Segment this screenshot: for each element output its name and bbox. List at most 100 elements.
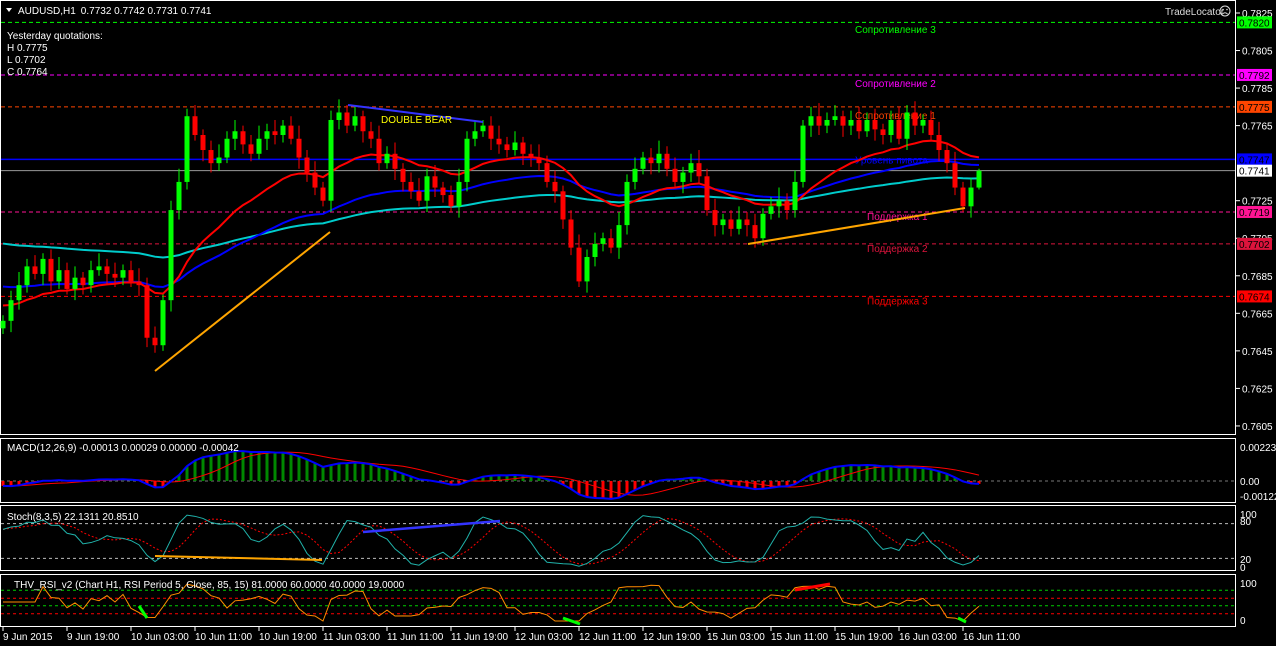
macd-histogram-bar [201,457,205,481]
candle-body [600,238,606,244]
candle-body [480,125,486,132]
yesterday-low: L 0.7702 [7,55,46,66]
time-tick-label: 9 Jun 2015 [3,632,53,643]
candle-body [696,163,702,177]
candle [800,119,806,188]
candle-body [952,163,958,188]
candle [8,290,14,333]
macd-histogram-bar [233,451,237,481]
candle-body [608,238,614,248]
macd-histogram-bar [305,459,309,481]
rsi-axis-100: 100 [1240,579,1257,590]
candle-body [56,270,62,282]
candle-body [192,116,198,136]
candle-body [720,219,726,226]
time-axis[interactable]: 9 Jun 2015 9 Jun 19:00 10 Jun 03:00 10 Jun … [2,627,1021,643]
candle [520,136,526,166]
candle [264,123,270,151]
price-tick-label: 0.7765 [1242,122,1273,133]
price-tick-label: 0.7625 [1242,384,1273,395]
candle [272,119,278,145]
candle-body [408,181,414,192]
trendline-support-orange[interactable] [154,231,331,372]
candle-body [296,138,302,158]
candle [392,142,398,181]
pivot-level-label: Сопротивление 3 [855,25,936,36]
candle-body [752,225,758,239]
candle-body [424,176,430,201]
time-tick-label: 16 Jun 03:00 [899,632,957,643]
candle-body [360,116,366,132]
candle [528,144,534,167]
macd-histogram-bar [345,463,349,481]
macd-histogram-bar [913,467,917,481]
symbol-label: AUDUSD,H1 0.7732 0.7742 0.7731 0.7741 [18,6,212,17]
candle [384,146,390,169]
candle-body [264,131,270,139]
candle-body [872,119,878,130]
candle-body [144,285,150,338]
macd-signal-line [2,451,980,496]
candle-body [648,157,654,164]
candle [216,144,222,171]
candle-body [464,138,470,182]
candle [440,181,446,203]
candle-body [136,281,142,286]
candle-body [664,153,670,169]
macd-histogram-bar [905,467,909,481]
yesterday-close: C 0.7764 [7,67,48,78]
trading-chart[interactable]: Сопротивление 3Сопротивление 2Сопротивле… [0,0,1276,646]
candle-body [376,138,382,164]
candle-body [784,200,790,211]
candle [152,326,158,353]
stoch-trendline-blue [362,519,501,534]
candle [336,99,342,130]
candle-body [592,243,598,258]
candle-body [536,157,542,164]
macd-histogram-bar [921,467,925,481]
candle [360,110,366,143]
candle [848,110,854,136]
ma-fast-line [2,139,980,307]
candle [712,198,718,237]
time-tick-label: 15 Jun 19:00 [835,632,893,643]
candle [664,146,670,177]
candle-body [456,181,462,207]
macd-histogram-bar [937,471,941,481]
candle [456,168,462,218]
candle-body [864,119,870,132]
price-tick-label: 0.7665 [1242,309,1273,320]
time-tick-label: 10 Jun 03:00 [131,632,189,643]
dropdown-triangle-icon[interactable] [6,8,12,12]
candle-body [120,270,126,278]
candle-body [504,144,510,151]
stoch-axis-0: 0 [1240,563,1246,574]
candle [80,272,86,295]
macd-histogram-bar [753,481,757,490]
candle-body [760,213,766,239]
candle-body [248,144,254,154]
price-tick-label: 0.7685 [1242,272,1273,283]
candle [808,106,814,137]
candle [376,125,382,171]
time-tick-label: 11 Jun 03:00 [323,632,381,643]
candle-body [792,181,798,211]
trendline-support-orange-2[interactable] [747,207,966,245]
rsi-axis-0: 0 [1240,616,1246,627]
candle-body [224,138,230,158]
macd-histogram-bar [577,481,581,495]
candle-body [616,225,622,248]
candle [408,172,414,199]
candle-body [632,168,638,182]
candle-body [560,191,566,220]
main-panel [0,0,1236,435]
candle-body [960,187,966,207]
candle-body [344,112,350,126]
candle-body [88,270,94,286]
candle-body [184,116,190,182]
candle [552,170,558,203]
candle [976,168,982,190]
candle-body [640,157,646,169]
candle-body [320,187,326,201]
candle [448,185,454,212]
